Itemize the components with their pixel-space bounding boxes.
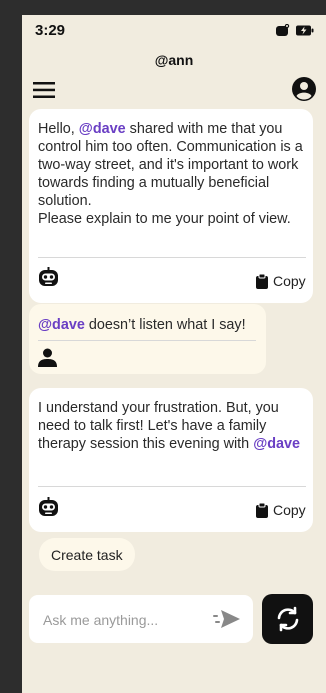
profile-button[interactable]: [292, 77, 316, 101]
notification-icon: [276, 23, 290, 41]
message-divider: [38, 340, 256, 341]
clipboard-icon: [256, 502, 268, 518]
menu-icon: [33, 82, 55, 98]
bot-message-card: Hello, @dave shared with me that you con…: [29, 109, 313, 303]
message-input[interactable]: [41, 595, 205, 645]
robot-icon: [38, 497, 59, 522]
bot-message-text: I understand your frustration. But, you …: [38, 400, 301, 452]
message-divider: [38, 486, 306, 487]
copy-button[interactable]: Copy: [256, 273, 306, 289]
status-bar: 3:29: [22, 15, 326, 51]
mention-dave[interactable]: @dave: [38, 317, 85, 333]
user-message-text: @dave doesn’t listen what I say!: [38, 317, 246, 333]
bot-message-card: I understand your frustration. But, you …: [29, 388, 313, 532]
composer: [29, 595, 253, 645]
account-circle-icon: [292, 77, 316, 101]
refresh-icon: [277, 606, 298, 632]
copy-label: Copy: [273, 502, 306, 518]
chat-screen: 3:29 @ann Hello, @dave shared with me th…: [22, 15, 326, 693]
user-message-card: @dave doesn’t listen what I say!: [29, 304, 266, 374]
create-task-button[interactable]: Create task: [39, 538, 135, 571]
chat-handle: @ann: [154, 52, 194, 68]
status-time: 3:29: [35, 22, 66, 39]
refresh-button[interactable]: [262, 594, 313, 644]
mention-dave[interactable]: @dave: [79, 121, 126, 137]
mention-dave[interactable]: @dave: [253, 436, 300, 452]
send-button[interactable]: [213, 609, 241, 629]
send-icon: [213, 610, 240, 628]
status-icons: [276, 23, 314, 41]
clipboard-icon: [256, 273, 268, 289]
menu-button[interactable]: [32, 79, 56, 101]
message-divider: [38, 257, 306, 258]
bot-message-text: Hello, @dave shared with me that you con…: [38, 121, 303, 227]
person-icon: [38, 348, 57, 372]
copy-label: Copy: [273, 273, 306, 289]
robot-icon: [38, 267, 59, 292]
copy-button[interactable]: Copy: [256, 502, 306, 518]
battery-charging-icon: [296, 23, 314, 41]
